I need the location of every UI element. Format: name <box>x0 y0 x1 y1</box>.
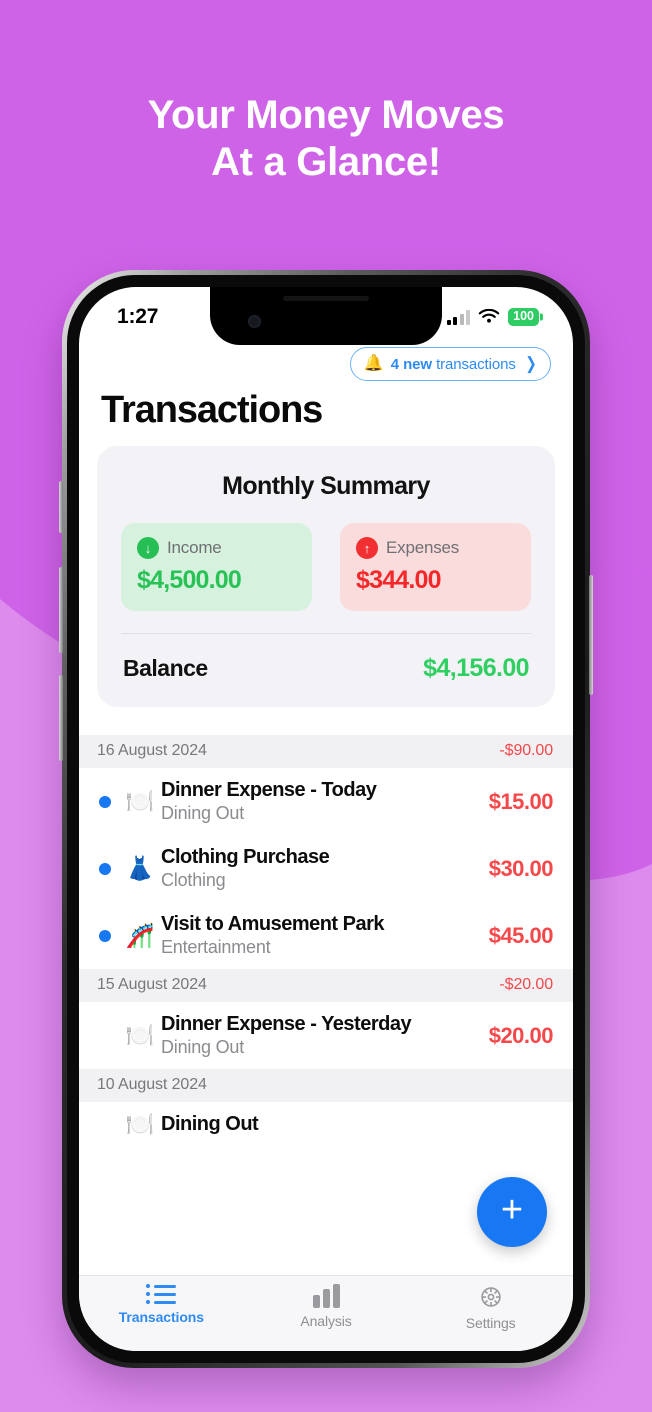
transaction-info: Dinner Expense - Today Dining Out <box>161 779 479 824</box>
unread-dot-icon <box>99 862 111 875</box>
income-label: Income <box>167 538 222 557</box>
unread-indicator-slot <box>91 929 119 942</box>
unread-indicator-slot <box>91 795 119 808</box>
status-indicators: 100 <box>446 308 539 326</box>
phone-frame: 1:27 100 🔔 4 new transactions ❯ Transact… <box>59 270 593 1368</box>
add-transaction-button[interactable]: + <box>477 1177 547 1247</box>
transaction-date-label: 10 August 2024 <box>97 1076 207 1093</box>
tab-bar: Transactions Analysis Settings <box>79 1275 573 1351</box>
summary-title: Monthly Summary <box>222 472 430 500</box>
monthly-summary-card: Monthly Summary ↓ Income $4,500.00 ↑ Exp… <box>97 446 555 707</box>
transaction-row[interactable]: 🎢 Visit to Amusement Park Entertainment $45… <box>79 902 573 969</box>
transaction-category: Dining Out <box>161 803 245 823</box>
balance-row: Balance $4,156.00 <box>121 634 531 685</box>
promo-headline-line1: Your Money Moves <box>147 93 505 137</box>
arrow-up-icon: ↑ <box>356 537 378 559</box>
earpiece-speaker-icon <box>283 296 369 301</box>
transaction-amount: $20.00 <box>488 1022 554 1048</box>
tab-transactions-label: Transactions <box>118 1309 204 1325</box>
battery-indicator: 100 <box>508 308 539 326</box>
phone-volume-up-button <box>59 567 63 653</box>
list-icon <box>146 1284 177 1304</box>
transaction-info: Clothing Purchase Clothing <box>161 846 479 891</box>
transaction-info: Visit to Amusement Park Entertainment <box>161 913 479 958</box>
tab-analysis-label: Analysis <box>300 1313 352 1329</box>
transaction-date-label: 16 August 2024 <box>97 742 207 759</box>
transaction-title: Visit to Amusement Park <box>161 913 385 935</box>
transaction-title: Dining Out <box>161 1113 259 1135</box>
dining-icon: 🍽️ <box>125 788 155 814</box>
tab-transactions[interactable]: Transactions <box>79 1284 244 1325</box>
tab-settings-label: Settings <box>465 1315 516 1331</box>
transaction-date-total: -$20.00 <box>499 976 553 993</box>
front-camera-icon <box>248 315 261 328</box>
tab-settings[interactable]: Settings <box>408 1284 573 1331</box>
dining-icon: 🍽️ <box>125 1111 155 1137</box>
phone-power-button <box>589 575 593 695</box>
app-header: 🔔 4 new transactions ❯ <box>79 343 573 381</box>
transaction-category: Clothing <box>161 870 226 890</box>
amusement-park-icon: 🎢 <box>125 922 155 948</box>
gear-icon <box>480 1287 501 1307</box>
transaction-info: Dining Out <box>161 1113 543 1136</box>
transaction-amount: $30.00 <box>488 855 554 881</box>
new-transactions-count: 4 new <box>390 355 432 373</box>
phone-silent-switch <box>59 481 63 533</box>
income-card[interactable]: ↓ Income $4,500.00 <box>121 523 312 611</box>
chevron-right-icon: ❯ <box>525 354 537 373</box>
new-transactions-label: 4 new transactions <box>391 356 516 373</box>
transaction-category: Entertainment <box>161 937 271 957</box>
unread-dot-icon <box>99 795 111 808</box>
transaction-row[interactable]: 👗 Clothing Purchase Clothing $30.00 <box>79 835 573 902</box>
balance-value: $4,156.00 <box>423 654 529 682</box>
bar-chart-icon <box>312 1284 340 1308</box>
clothing-icon: 👗 <box>125 855 155 881</box>
tab-analysis[interactable]: Analysis <box>244 1284 409 1329</box>
transaction-amount: $45.00 <box>488 922 554 948</box>
transaction-info: Dinner Expense - Yesterday Dining Out <box>161 1013 479 1058</box>
promo-headline-line2: At a Glance! <box>211 140 441 185</box>
unread-dot-icon <box>99 929 111 942</box>
summary-stats: ↓ Income $4,500.00 ↑ Expenses $344.00 <box>121 523 531 611</box>
new-transactions-suffix: transactions <box>436 355 516 373</box>
dining-icon: 🍽️ <box>125 1022 155 1048</box>
transaction-title: Dinner Expense - Yesterday <box>161 1013 412 1035</box>
transaction-row[interactable]: 🍽️ Dining Out <box>79 1102 573 1147</box>
arrow-down-icon: ↓ <box>137 537 159 559</box>
expenses-label: Expenses <box>386 538 460 557</box>
phone-body: 1:27 100 🔔 4 new transactions ❯ Transact… <box>59 275 593 1363</box>
transaction-date-header: 15 August 2024 -$20.00 <box>79 969 573 1002</box>
transaction-date-header: 16 August 2024 -$90.00 <box>79 735 573 768</box>
transaction-title: Dinner Expense - Today <box>161 779 377 801</box>
transaction-category: Dining Out <box>161 1037 245 1057</box>
phone-volume-down-button <box>59 675 63 761</box>
unread-indicator-slot <box>91 862 119 875</box>
transaction-amount: $15.00 <box>488 788 554 814</box>
promo-headline: Your Money Moves At a Glance! <box>0 92 652 186</box>
transaction-date-header: 10 August 2024 <box>79 1069 573 1102</box>
expenses-card[interactable]: ↑ Expenses $344.00 <box>340 523 531 611</box>
transaction-date-label: 15 August 2024 <box>97 976 207 993</box>
transaction-row[interactable]: 🍽️ Dinner Expense - Today Dining Out $15.00 <box>79 768 573 835</box>
transaction-title: Clothing Purchase <box>161 846 330 868</box>
dynamic-island <box>210 287 442 345</box>
balance-label: Balance <box>123 655 208 681</box>
bell-icon: 🔔 <box>363 355 384 372</box>
new-transactions-banner[interactable]: 🔔 4 new transactions ❯ <box>349 347 551 381</box>
transaction-row[interactable]: 🍽️ Dinner Expense - Yesterday Dining Out $2… <box>79 1002 573 1069</box>
cellular-signal-icon <box>446 309 471 325</box>
phone-screen: 1:27 100 🔔 4 new transactions ❯ Transact… <box>79 287 573 1351</box>
page-title: Transactions <box>101 389 323 431</box>
expenses-value: $344.00 <box>356 566 442 594</box>
transaction-date-total: -$90.00 <box>499 742 553 759</box>
income-value: $4,500.00 <box>137 566 242 594</box>
wifi-icon <box>478 309 500 323</box>
status-time: 1:27 <box>117 305 159 328</box>
